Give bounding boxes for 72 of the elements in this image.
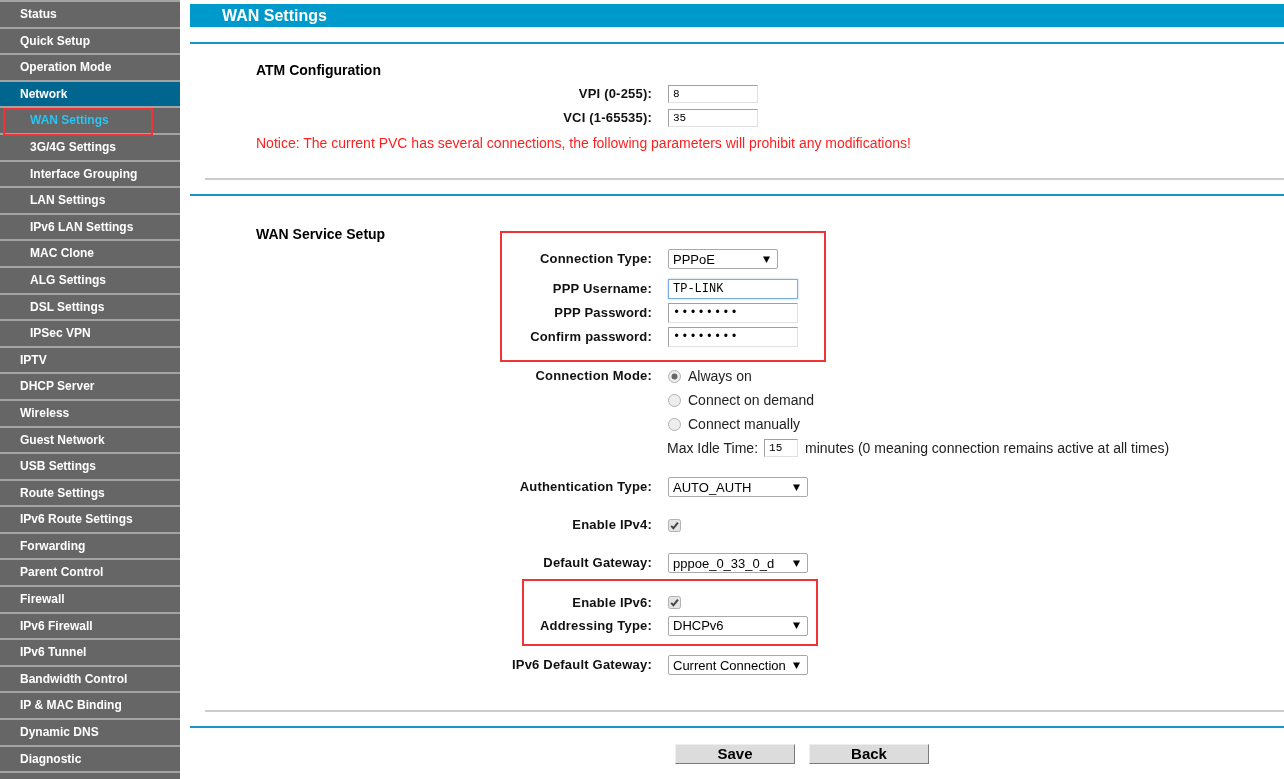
field-label: Max Idle Time:: [667, 440, 759, 456]
form-button[interactable]: Back: [809, 744, 929, 764]
option-label: Always on: [688, 368, 752, 384]
caret-icon: [763, 255, 770, 263]
field-label: VCI (1-65535):: [563, 110, 652, 126]
field-label: Default Gateway:: [543, 555, 652, 571]
dropdown[interactable]: pppoe_0_33_0_d: [668, 553, 808, 573]
checkbox[interactable]: [668, 518, 681, 532]
sidebar-item[interactable]: DHCP Server: [0, 374, 180, 401]
page-title: WAN Settings: [222, 5, 327, 26]
notice-text: Notice: The current PVC has several connections, the following parameters will prohibit any modifications!: [256, 134, 911, 152]
sidebar-item[interactable]: IPTV: [0, 347, 180, 375]
section-title: WAN Service Setup: [256, 226, 386, 242]
field-label: VPI (0-255):: [578, 86, 652, 102]
sidebar-item[interactable]: IPv6 Firewall: [0, 613, 180, 641]
password-field[interactable]: ••••••••: [668, 327, 798, 347]
field-hint: minutes (0 meaning connection remains active at all times): [805, 440, 1170, 456]
sidebar-item[interactable]: Quick Setup: [0, 28, 180, 56]
checkbox[interactable]: [668, 596, 681, 609]
caret-icon: [793, 661, 800, 669]
field-label: Enable IPv6:: [572, 594, 652, 611]
sidebar-item[interactable]: Diagnostic: [0, 746, 180, 774]
field-label: Addressing Type:: [539, 617, 652, 634]
sidebar-item[interactable]: Wireless: [0, 400, 180, 428]
sidebar-item[interactable]: Firewall: [0, 587, 180, 614]
input-field[interactable]: 8: [668, 85, 758, 103]
dropdown[interactable]: DHCPv6: [668, 615, 808, 636]
sidebar-item[interactable]: IPv6 Route Settings: [0, 507, 180, 534]
field-label: Connection Type:: [540, 251, 652, 267]
section-title: ATM Configuration: [256, 62, 381, 78]
option-label: Connect on demand: [688, 392, 815, 408]
dropdown[interactable]: Current Connection: [668, 655, 808, 675]
field-label: Connection Mode:: [535, 368, 652, 384]
field-label: IPv6 Default Gateway:: [511, 657, 652, 673]
input-field[interactable]: TP-LINK: [668, 279, 798, 299]
caret-icon: [793, 559, 800, 567]
sidebar-item[interactable]: Network: [0, 81, 180, 109]
sidebar-item[interactable]: Status: [0, 2, 180, 29]
field-label: Enable IPv4:: [572, 517, 652, 533]
dropdown[interactable]: PPPoE: [668, 249, 778, 269]
sidebar-item[interactable]: Forwarding: [0, 533, 180, 561]
field-label: PPP Password:: [554, 305, 652, 321]
radio-button[interactable]: [668, 393, 681, 407]
sidebar-item[interactable]: Bandwidth Control: [0, 666, 180, 694]
sidebar-item[interactable]: IPv6 Tunnel: [0, 640, 180, 667]
field-label: Confirm password:: [530, 329, 652, 345]
sidebar-item[interactable]: USB Settings: [0, 454, 180, 481]
sidebar-subitem[interactable]: 3G/4G Settings: [0, 134, 180, 162]
caret-icon: [793, 483, 800, 491]
input-field[interactable]: 35: [668, 109, 758, 127]
sidebar-subitem[interactable]: LAN Settings: [0, 188, 180, 215]
sidebar-subitem[interactable]: ALG Settings: [0, 267, 180, 295]
radio-button[interactable]: [668, 417, 681, 431]
dropdown[interactable]: AUTO_AUTH: [668, 477, 808, 497]
sidebar-subitem[interactable]: IPSec VPN: [0, 321, 180, 348]
password-field[interactable]: ••••••••: [668, 303, 798, 323]
field-label: Authentication Type:: [519, 479, 652, 495]
option-label: Connect manually: [688, 416, 801, 432]
radio-button[interactable]: [668, 369, 681, 383]
field-label: PPP Username:: [552, 281, 652, 297]
sidebar-subitem[interactable]: IPv6 LAN Settings: [0, 214, 180, 242]
sidebar-subitem[interactable]: Interface Grouping: [0, 161, 180, 189]
sidebar-item[interactable]: Parent Control: [0, 560, 180, 588]
sidebar-subitem[interactable]: DSL Settings: [0, 294, 180, 322]
sidebar-item[interactable]: Route Settings: [0, 480, 180, 508]
sidebar-item[interactable]: Dynamic DNS: [0, 720, 180, 747]
sidebar-subitem[interactable]: MAC Clone: [0, 241, 180, 268]
form-button[interactable]: Save: [675, 744, 795, 764]
input-field[interactable]: 15: [764, 439, 799, 457]
caret-icon: [793, 622, 800, 629]
sidebar-item[interactable]: IP & MAC Binding: [0, 693, 180, 721]
sidebar-item[interactable]: Guest Network: [0, 427, 180, 455]
